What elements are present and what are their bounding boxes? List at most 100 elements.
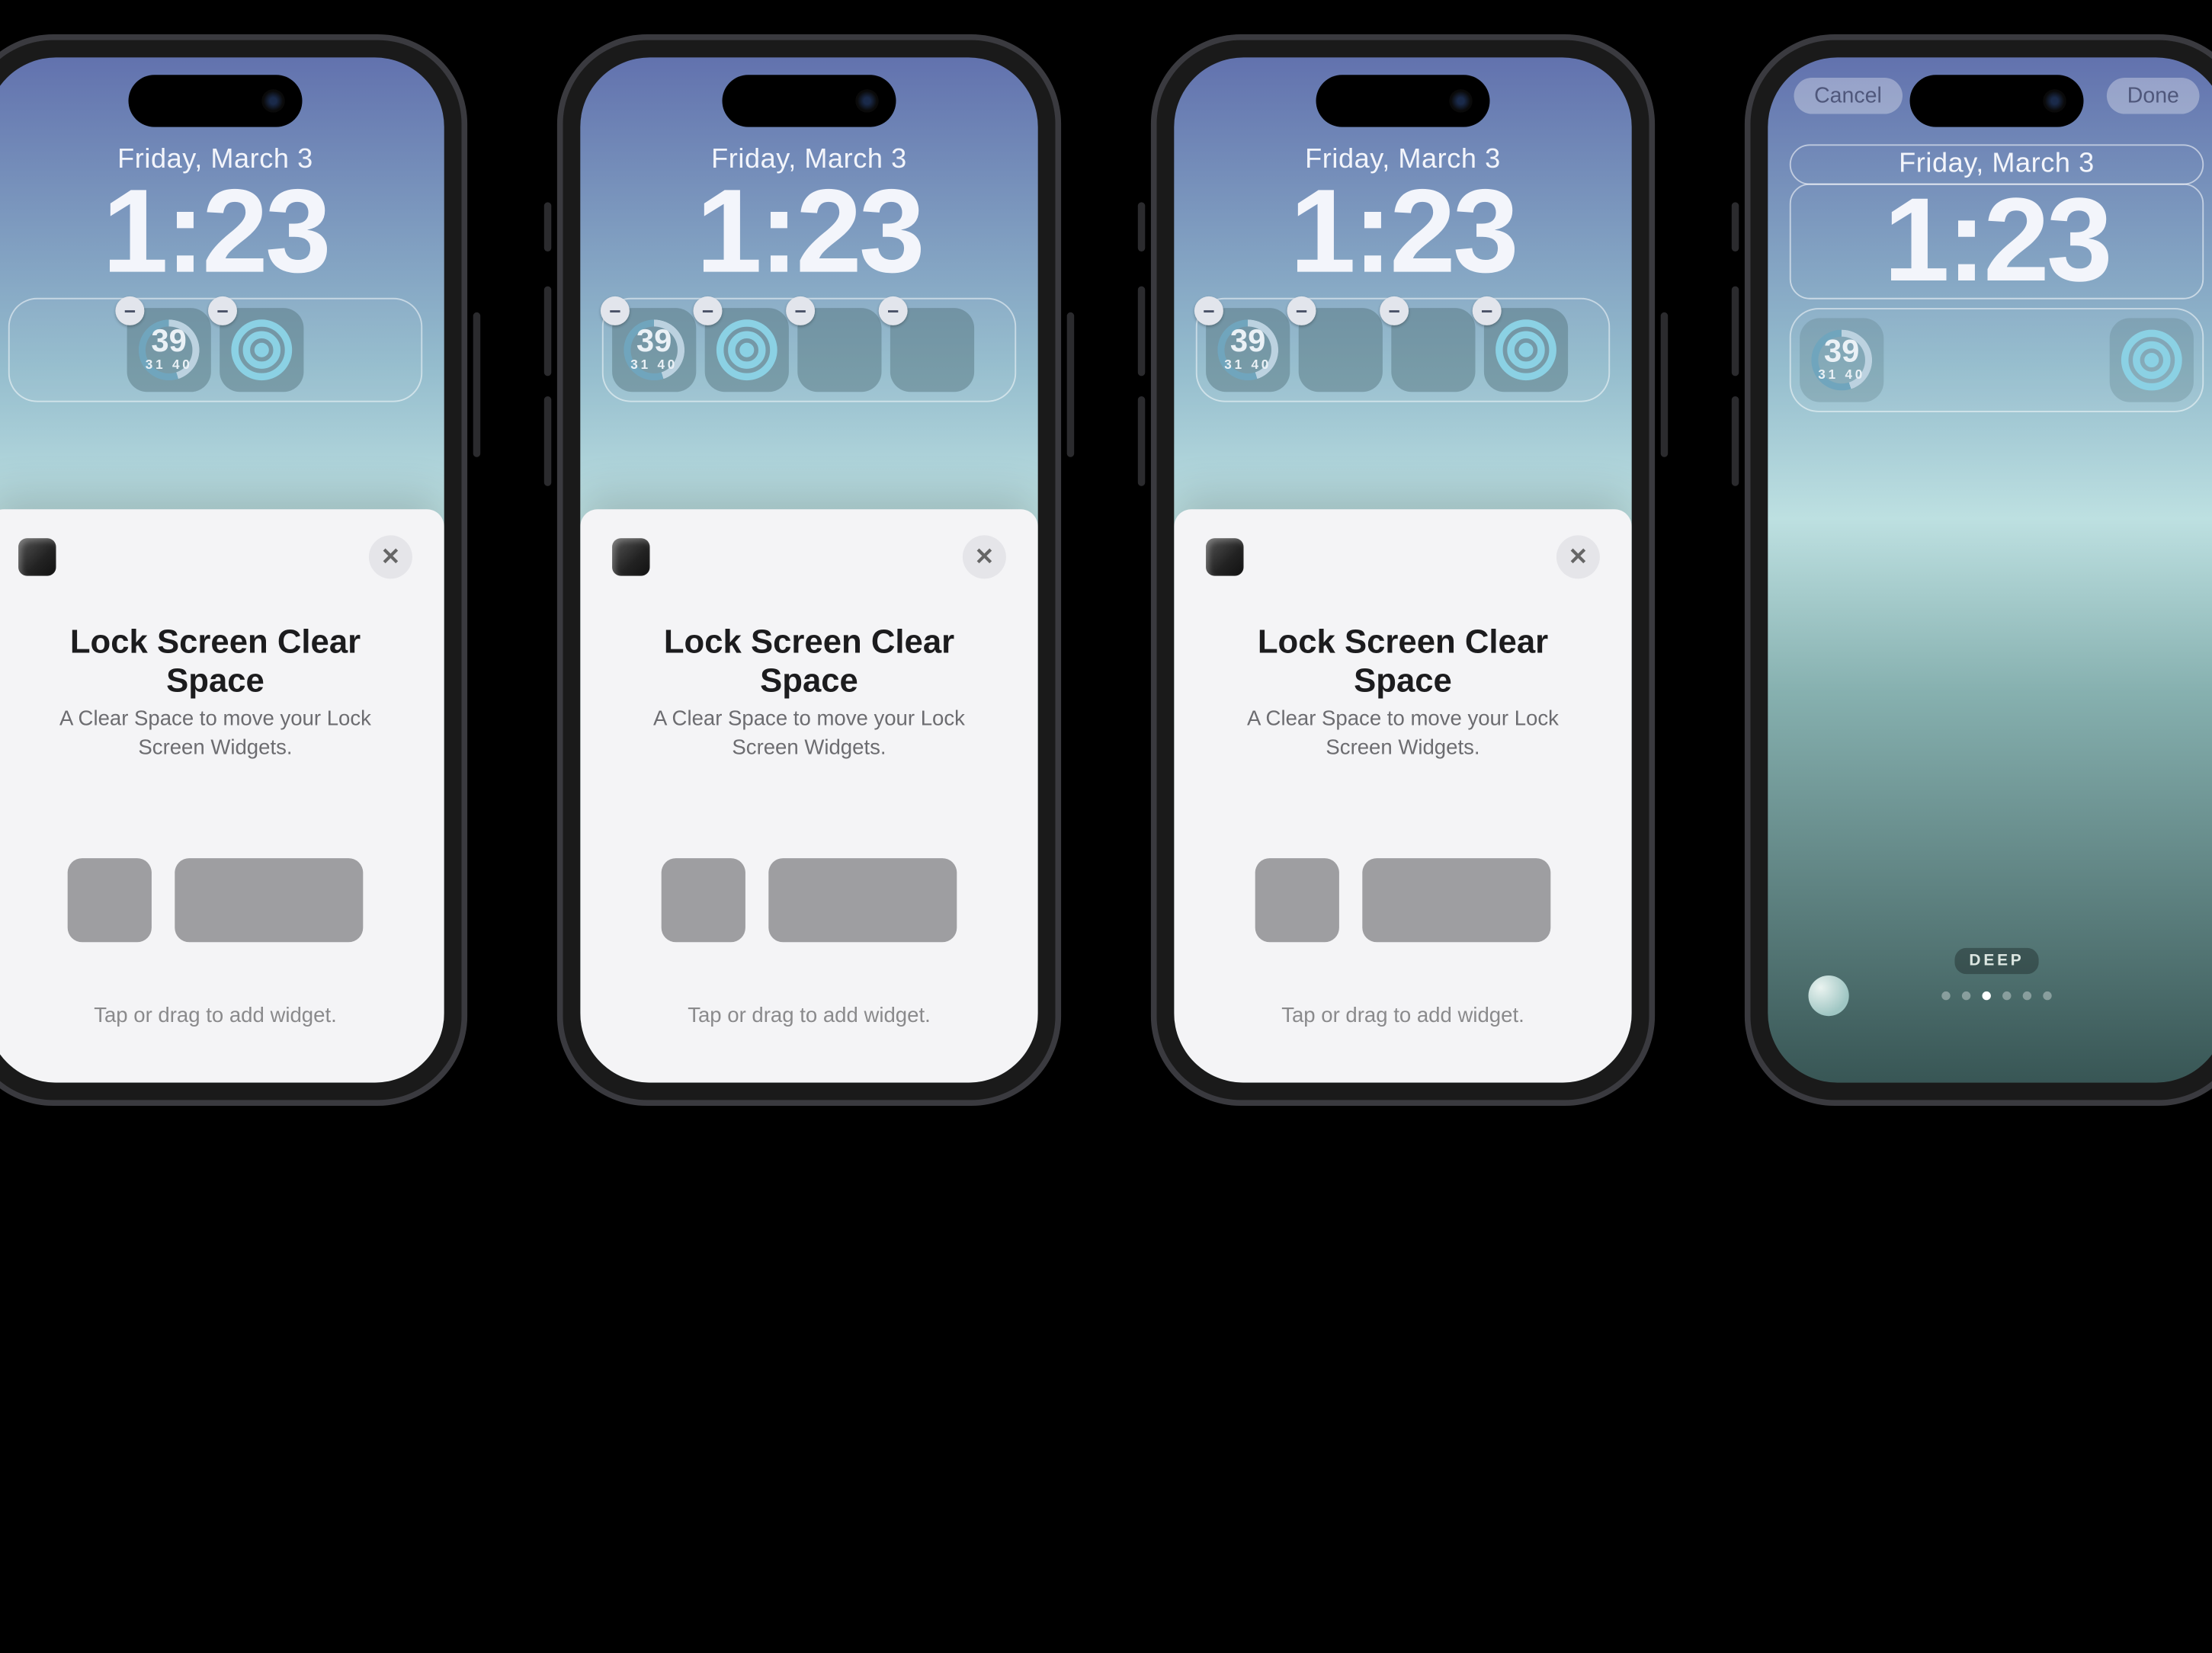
clear-space-widget[interactable]: − [1299,308,1383,392]
clearspace-app-icon [1206,538,1243,575]
volume-down-button[interactable] [1138,396,1146,486]
volume-down-button[interactable] [1732,396,1739,486]
close-panel-button[interactable]: ✕ [1556,535,1600,578]
pager-dot[interactable] [1941,991,1950,1000]
volume-up-button[interactable] [1138,287,1146,376]
power-button[interactable] [473,312,481,457]
panel-hint: Tap or drag to add widget. [1174,1004,1631,1027]
dynamic-island [1910,75,2084,127]
cancel-button[interactable]: Cancel [1794,78,1903,114]
dynamic-island [723,75,896,127]
remove-widget-button[interactable]: − [1380,296,1409,325]
lock-time[interactable]: 1:23 [696,176,922,289]
volume-down-button[interactable] [544,396,552,486]
weather-widget[interactable]: − 39 31 40 [127,308,211,392]
temp-range: 31 40 [1818,367,1865,382]
stage: Friday, March 3 1:23 − 39 31 40 − [0,0,2212,1653]
activity-widget[interactable] [2110,318,2194,402]
mute-switch[interactable] [1138,202,1146,251]
remove-widget-button[interactable]: − [786,296,815,325]
widget-size-options [1206,858,1600,942]
widget-tray[interactable]: − 39 31 40 − [8,298,422,402]
power-button[interactable] [1067,312,1075,457]
panel-subtitle: A Clear Space to move your LockScreen Wi… [1206,706,1600,763]
lock-time-editable[interactable]: 1:23 [1790,185,2204,300]
clearspace-app-icon [18,538,56,575]
temp-value: 39 [1824,332,1860,370]
panel-hint: Tap or drag to add widget. [580,1004,1037,1027]
clear-space-widget[interactable]: − [1391,308,1475,392]
activity-rings-icon [231,319,292,380]
activity-rings-icon [1496,319,1556,380]
widget-size-medium[interactable] [1362,858,1550,942]
pager-dot[interactable] [1962,991,1970,1000]
widget-tray[interactable]: 39 31 40 [1790,308,2204,412]
panel-title: Lock Screen Clear Space [612,622,1006,700]
dynamic-island [129,75,303,127]
done-button[interactable]: Done [2107,78,2199,114]
widget-picker-panel: ✕ Lock Screen Clear Space A Clear Space … [580,509,1037,1082]
weather-widget[interactable]: − 39 31 40 [1206,308,1290,392]
pager-dot[interactable] [2023,991,2031,1000]
activity-widget[interactable]: − [705,308,789,392]
widget-size-medium[interactable] [175,858,363,942]
panel-hint: Tap or drag to add widget. [0,1004,444,1027]
screen-3: Friday, March 3 1:23 − 39 31 40 − − [1174,57,1631,1082]
temp-value: 39 [636,322,672,360]
style-name-label: DEEP [1954,948,2038,974]
appearance-button[interactable] [1809,975,1849,1016]
mute-switch[interactable] [1732,202,1739,251]
phone-frame-4: Cancel Done Friday, March 3 1:23 39 31 4… [1751,40,2212,1100]
widget-size-medium[interactable] [768,858,957,942]
clear-space-widget[interactable]: − [797,308,881,392]
temp-range: 31 40 [146,357,193,371]
widget-tray[interactable]: − 39 31 40 − − − [1196,298,1610,402]
power-button[interactable] [1661,312,1669,457]
volume-up-button[interactable] [1732,287,1739,376]
activity-rings-icon [716,319,777,380]
widget-size-options [612,858,1006,942]
phone-frame-3: Friday, March 3 1:23 − 39 31 40 − − [1157,40,1649,1100]
activity-widget[interactable]: − [1484,308,1568,392]
remove-widget-button[interactable]: − [1287,296,1316,325]
widget-size-options [18,858,412,942]
pager-dot[interactable] [2043,991,2051,1000]
widget-picker-panel: ✕ Lock Screen Clear Space A Clear Space … [1174,509,1631,1082]
activity-widget[interactable]: − [220,308,303,392]
lock-time[interactable]: 1:23 [1290,176,1516,289]
temp-range: 31 40 [630,357,678,371]
pager-dots [1941,991,2051,1000]
clear-space-widget[interactable]: − [890,308,974,392]
weather-widget[interactable]: − 39 31 40 [612,308,696,392]
screen-4: Cancel Done Friday, March 3 1:23 39 31 4… [1768,57,2212,1082]
close-panel-button[interactable]: ✕ [369,535,412,578]
dynamic-island [1316,75,1490,127]
style-pager[interactable]: DEEP [1941,991,2051,1000]
volume-up-button[interactable] [544,287,552,376]
pager-dot[interactable] [2002,991,2011,1000]
remove-widget-button[interactable]: − [879,296,908,325]
remove-widget-button[interactable]: − [601,296,630,325]
phone-frame-2: Friday, March 3 1:23 − 39 31 40 − [563,40,1056,1100]
close-panel-button[interactable]: ✕ [963,535,1006,578]
widget-size-small[interactable] [1255,858,1339,942]
panel-title: Lock Screen Clear Space [18,622,412,700]
screen-1: Friday, March 3 1:23 − 39 31 40 − [0,57,444,1082]
panel-subtitle: A Clear Space to move your LockScreen Wi… [612,706,1006,763]
widget-picker-panel: ✕ Lock Screen Clear Space A Clear Space … [0,509,444,1082]
widget-tray[interactable]: − 39 31 40 − − − [602,298,1016,402]
temp-value: 39 [1230,322,1266,360]
phone-frame-1: Friday, March 3 1:23 − 39 31 40 − [0,40,462,1100]
weather-content: 39 31 40 [1800,318,1883,402]
remove-widget-button[interactable]: − [1194,296,1223,325]
edit-footer: DEEP [1768,975,2212,1016]
remove-widget-button[interactable]: − [115,296,144,325]
widget-size-small[interactable] [662,858,745,942]
weather-widget[interactable]: 39 31 40 [1800,318,1883,402]
clearspace-app-icon [612,538,649,575]
lock-time[interactable]: 1:23 [102,176,329,289]
mute-switch[interactable] [544,202,552,251]
pager-dot[interactable] [1983,991,1991,1000]
widget-size-small[interactable] [68,858,152,942]
panel-subtitle: A Clear Space to move your LockScreen Wi… [18,706,412,763]
